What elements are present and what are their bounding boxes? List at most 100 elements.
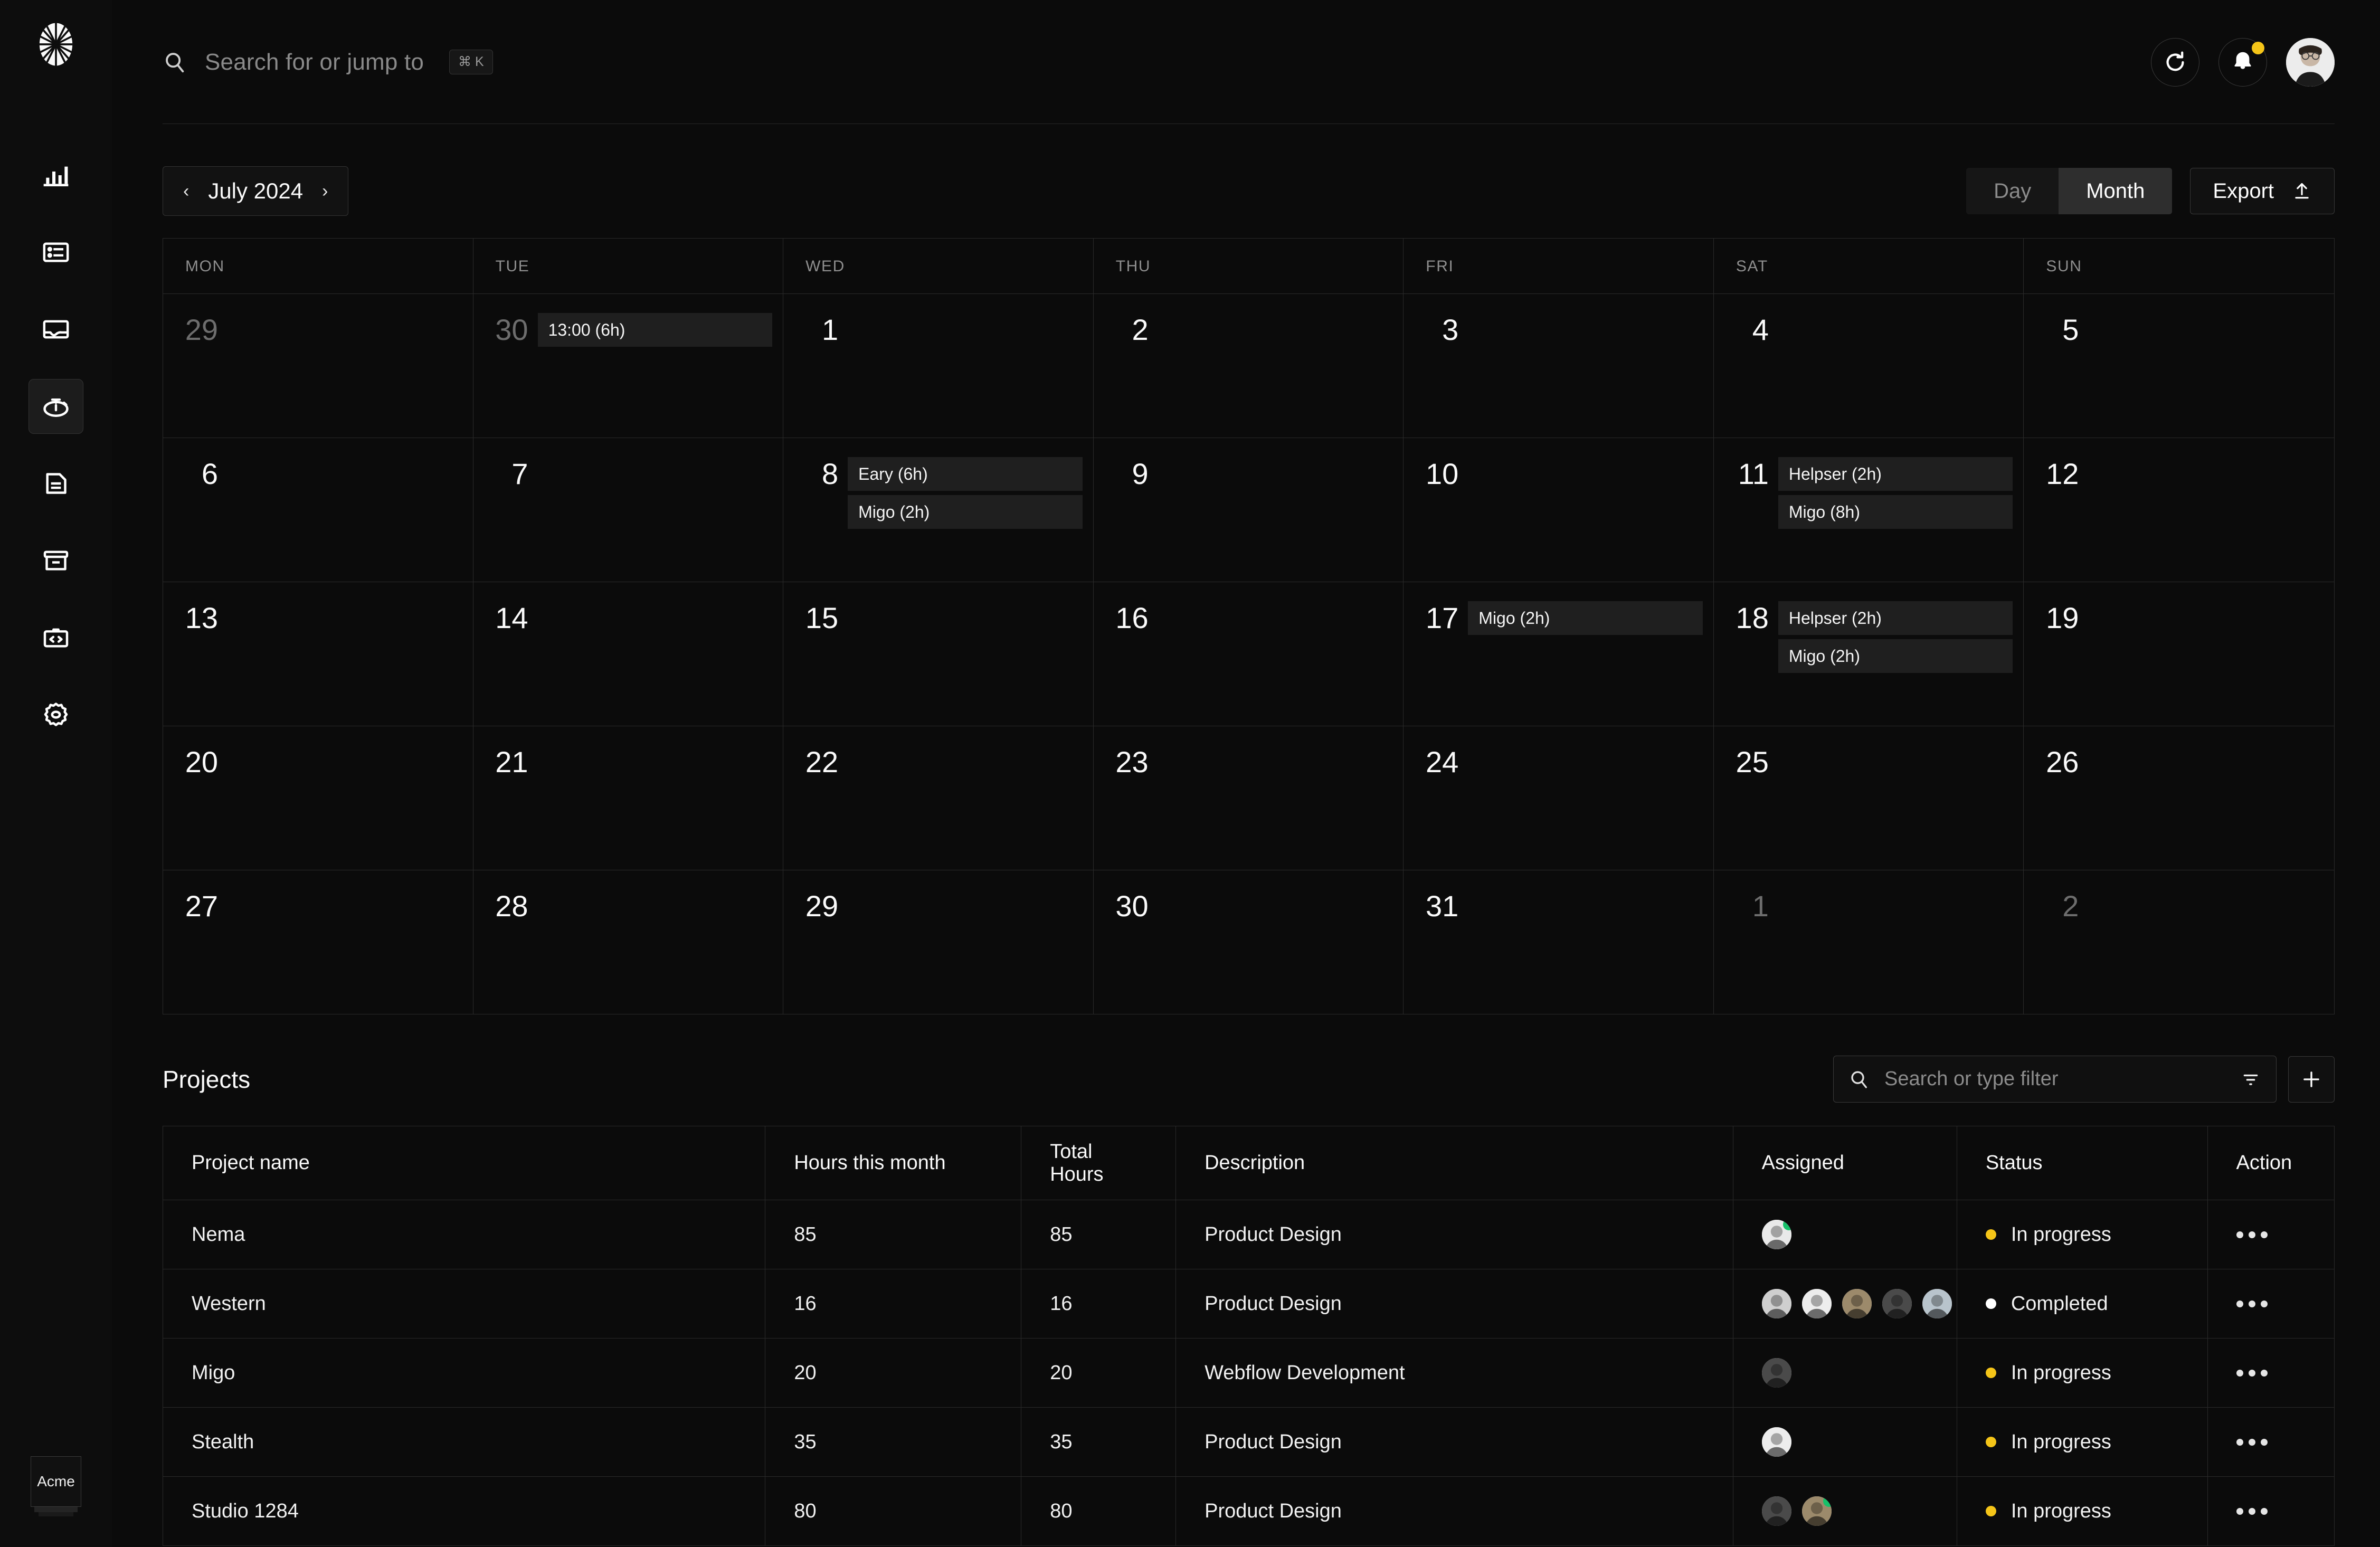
ellipsis-icon[interactable] — [2236, 1439, 2306, 1446]
assignee-avatar[interactable] — [1762, 1220, 1791, 1249]
refresh-button[interactable] — [2151, 38, 2199, 87]
assignee-avatar[interactable] — [1762, 1289, 1791, 1318]
sidebar-item-tasks[interactable] — [29, 225, 83, 280]
calendar-day-cell[interactable]: 17Migo (2h) — [1404, 582, 1714, 726]
col-hours-this-month[interactable]: Hours this month — [765, 1126, 1021, 1200]
calendar-day-cell[interactable]: 25 — [1714, 726, 2024, 870]
notifications-button[interactable] — [2218, 38, 2267, 87]
calendar-day-cell[interactable]: 28 — [473, 870, 784, 1014]
sidebar-item-developer[interactable] — [29, 610, 83, 665]
col-description[interactable]: Description — [1176, 1126, 1733, 1200]
calendar-event-chip[interactable]: Migo (8h) — [1778, 495, 2013, 529]
calendar-day-cell[interactable]: 21 — [473, 726, 784, 870]
calendar-day-cell[interactable]: 2 — [1094, 294, 1404, 438]
ellipsis-icon[interactable] — [2236, 1231, 2306, 1238]
calendar-day-cell[interactable]: 1 — [1714, 870, 2024, 1014]
calendar-event-chip[interactable]: Helpser (2h) — [1778, 601, 2013, 635]
calendar-event-chip[interactable]: Migo (2h) — [1468, 601, 1703, 635]
calendar-day-cell[interactable]: 19 — [2024, 582, 2334, 726]
calendar-day-cell[interactable]: 27 — [163, 870, 473, 1014]
ellipsis-icon[interactable] — [2236, 1370, 2306, 1377]
calendar-day-cell[interactable]: 10 — [1404, 438, 1714, 582]
calendar-day-cell[interactable]: 26 — [2024, 726, 2334, 870]
add-project-button[interactable] — [2288, 1056, 2335, 1103]
assignee-avatar[interactable] — [1762, 1358, 1791, 1388]
export-button[interactable]: Export — [2190, 168, 2335, 214]
sidebar-item-analytics[interactable] — [29, 148, 83, 203]
calendar-day-cell[interactable]: 20 — [163, 726, 473, 870]
assignee-avatar[interactable] — [1762, 1496, 1791, 1526]
search-input[interactable]: Search for or jump to — [205, 49, 424, 75]
table-row[interactable]: Western1616Product DesignCompleted — [163, 1269, 2335, 1339]
calendar-day-cell[interactable]: 16 — [1094, 582, 1404, 726]
calendar-day-cell[interactable]: 30 — [1094, 870, 1404, 1014]
assignee-avatar[interactable] — [1922, 1289, 1952, 1318]
calendar-event-chip[interactable]: Migo (2h) — [1778, 639, 2013, 673]
col-total-hours[interactable]: Total Hours — [1021, 1126, 1176, 1200]
sidebar-item-settings[interactable] — [29, 687, 83, 742]
project-filter[interactable]: Search or type filter — [1833, 1056, 2277, 1103]
calendar-day-cell[interactable]: 8Eary (6h)Migo (2h) — [783, 438, 1094, 582]
calendar-event-chip[interactable]: Migo (2h) — [848, 495, 1083, 529]
calendar-day-cell[interactable]: 1 — [783, 294, 1094, 438]
calendar-day-cell[interactable]: 11Helpser (2h)Migo (8h) — [1714, 438, 2024, 582]
gear-icon — [41, 700, 71, 729]
calendar-event-chip[interactable]: 13:00 (6h) — [538, 313, 773, 347]
calendar-day-cell[interactable]: 29 — [163, 294, 473, 438]
calendar-day-cell[interactable]: 12 — [2024, 438, 2334, 582]
ellipsis-icon[interactable] — [2236, 1301, 2306, 1307]
sidebar-item-time-tracking[interactable] — [29, 379, 83, 434]
weekday-wed: WED — [783, 239, 1094, 293]
global-search[interactable]: Search for or jump to ⌘ K — [163, 49, 2151, 75]
cell-assigned — [1733, 1408, 1957, 1477]
filter-icon[interactable] — [2240, 1069, 2261, 1090]
weekday-thu: THU — [1094, 239, 1404, 293]
assignee-avatar[interactable] — [1802, 1289, 1832, 1318]
calendar-day-cell[interactable]: 6 — [163, 438, 473, 582]
workspace-switcher[interactable]: Acme — [31, 1456, 81, 1516]
calendar-day-cell[interactable]: 5 — [2024, 294, 2334, 438]
tab-month[interactable]: Month — [2059, 168, 2172, 214]
calendar-day-cell[interactable]: 31 — [1404, 870, 1714, 1014]
calendar-day-cell[interactable]: 22 — [783, 726, 1094, 870]
calendar-day-cell[interactable]: 23 — [1094, 726, 1404, 870]
calendar-day-cell[interactable]: 15 — [783, 582, 1094, 726]
user-avatar[interactable] — [2286, 38, 2335, 87]
assignee-avatar[interactable] — [1762, 1427, 1791, 1457]
calendar-day-cell[interactable]: 18Helpser (2h)Migo (2h) — [1714, 582, 2024, 726]
calendar-day-cell[interactable]: 14 — [473, 582, 784, 726]
calendar-day-cell[interactable]: 3 — [1404, 294, 1714, 438]
calendar-day-cell[interactable]: 13 — [163, 582, 473, 726]
calendar-event-chip[interactable]: Eary (6h) — [848, 457, 1083, 491]
sidebar-item-inbox[interactable] — [29, 302, 83, 357]
col-assigned[interactable]: Assigned — [1733, 1126, 1957, 1200]
next-month-button[interactable]: › — [322, 182, 328, 200]
table-row[interactable]: Migo2020Webflow DevelopmentIn progress — [163, 1339, 2335, 1408]
sidebar-item-archive[interactable] — [29, 533, 83, 588]
calendar-day-cell[interactable]: 2 — [2024, 870, 2334, 1014]
table-row[interactable]: Studio 12848080Product DesignIn progress — [163, 1477, 2335, 1546]
col-action[interactable]: Action — [2207, 1126, 2334, 1200]
table-row[interactable]: Nema8585Product DesignIn progress — [163, 1200, 2335, 1269]
month-navigator[interactable]: ‹ July 2024 › — [163, 166, 348, 216]
calendar-day-cell[interactable]: 24 — [1404, 726, 1714, 870]
col-project-name[interactable]: Project name — [163, 1126, 765, 1200]
calendar-day-cell[interactable]: 29 — [783, 870, 1094, 1014]
prev-month-button[interactable]: ‹ — [183, 182, 189, 200]
col-status[interactable]: Status — [1957, 1126, 2207, 1200]
tab-day[interactable]: Day — [1966, 168, 2059, 214]
calendar-day-cell[interactable]: 4 — [1714, 294, 2024, 438]
calendar-day-events — [1468, 889, 1703, 1003]
calendar-event-chip[interactable]: Helpser (2h) — [1778, 457, 2013, 491]
ellipsis-icon[interactable] — [2236, 1508, 2306, 1515]
table-row[interactable]: Stealth3535Product DesignIn progress — [163, 1408, 2335, 1477]
sidebar-item-documents[interactable] — [29, 456, 83, 511]
assignee-avatar[interactable] — [1802, 1496, 1832, 1526]
project-filter-input[interactable]: Search or type filter — [1884, 1068, 2225, 1090]
calendar-day-cell[interactable]: 3013:00 (6h) — [473, 294, 784, 438]
calendar-day-cell[interactable]: 9 — [1094, 438, 1404, 582]
calendar-day-cell[interactable]: 7 — [473, 438, 784, 582]
pinwheel-logo-icon[interactable] — [32, 20, 80, 69]
assignee-avatar[interactable] — [1882, 1289, 1912, 1318]
assignee-avatar[interactable] — [1842, 1289, 1872, 1318]
